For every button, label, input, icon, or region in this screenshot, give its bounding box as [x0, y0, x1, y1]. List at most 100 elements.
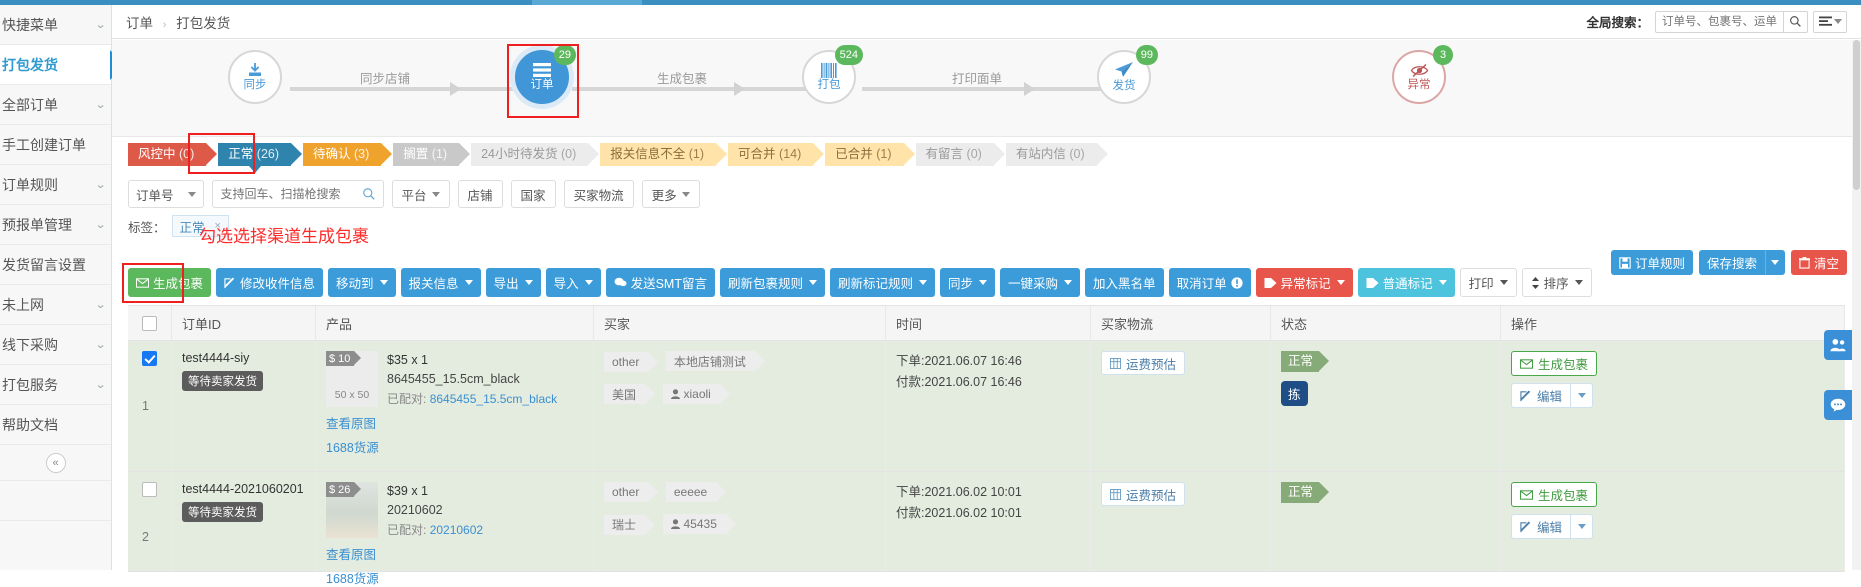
sidebar-item-allorders[interactable]: 全部订单 ⌄: [0, 85, 111, 125]
filter-shop-button[interactable]: 店铺: [457, 180, 503, 208]
sidebar-item-packservice[interactable]: 打包服务 ⌄: [0, 365, 111, 405]
filter-country-button[interactable]: 国家: [510, 180, 556, 208]
tag-icon: [1366, 277, 1379, 288]
save-icon: [1619, 256, 1631, 269]
order-id[interactable]: test4444-2021060201: [182, 482, 307, 496]
print-button[interactable]: 打印: [1459, 268, 1517, 297]
add-blacklist-button[interactable]: 加入黑名单: [1085, 268, 1164, 297]
filter-platform-button[interactable]: 平台: [391, 180, 450, 208]
save-search-button[interactable]: 保存搜索: [1698, 250, 1765, 275]
filter-buyer-logistics-button[interactable]: 买家物流: [563, 180, 634, 208]
header-menu-button[interactable]: [1813, 10, 1847, 33]
supply-source-link[interactable]: 1688货源: [326, 441, 379, 455]
row-edit-dropdown[interactable]: [1571, 514, 1594, 539]
row-edit-dropdown[interactable]: [1571, 383, 1594, 408]
filter-more-button[interactable]: 更多: [641, 180, 700, 208]
sidebar-item-createorder[interactable]: 手工创建订单: [0, 125, 111, 165]
sidebar-item-orderrules[interactable]: 订单规则 ⌄: [0, 165, 111, 205]
matched-value-link[interactable]: 8645455_15.5cm_black: [430, 392, 557, 406]
breadcrumb-root[interactable]: 订单: [126, 16, 153, 31]
stepper-node[interactable]: 同步: [228, 50, 282, 104]
row-edit-button[interactable]: 编辑: [1511, 514, 1572, 539]
sync-button[interactable]: 同步: [940, 268, 996, 297]
sidebar-item-shipmsg[interactable]: 发货留言设置: [0, 245, 111, 285]
refresh-package-rules-button[interactable]: 刷新包裹规则: [719, 268, 825, 297]
payment-time: 付款:2021.06.02 10:01: [896, 506, 1022, 521]
order-id[interactable]: test4444-siy: [182, 351, 307, 365]
row-buyer-cell: other eeeee 瑞士 45435: [594, 472, 886, 572]
row-generate-package-button[interactable]: 生成包裹: [1511, 351, 1598, 376]
exception-mark-button[interactable]: 异常标记: [1255, 268, 1353, 297]
order-status-pill: 等待卖家发货: [182, 371, 263, 391]
info-icon: [1230, 276, 1243, 289]
refresh-mark-rules-button[interactable]: 刷新标记规则: [830, 268, 936, 297]
order-search-input[interactable]: [212, 181, 383, 207]
one-click-purchase-button[interactable]: 一键采购: [1000, 268, 1081, 297]
stepper-step-sync[interactable]: 同步: [228, 50, 282, 104]
stepper-step-pack[interactable]: 打包 524: [802, 45, 863, 104]
sidebar-collapse-button[interactable]: «: [0, 445, 111, 481]
sidebar-item-forecast[interactable]: 预报单管理 ⌄: [0, 205, 111, 245]
row-generate-package-button[interactable]: 生成包裹: [1511, 482, 1598, 507]
stepper-step-exception[interactable]: 异常 3: [1392, 45, 1453, 104]
view-original-image-link[interactable]: 查看原图: [326, 417, 376, 431]
select-all-checkbox[interactable]: [142, 315, 157, 331]
search-icon[interactable]: [362, 187, 376, 204]
tab-has-sitemail[interactable]: 有站内信 (0): [1005, 143, 1108, 166]
chevron-down-icon: ⌄: [94, 19, 107, 31]
order-rules-button[interactable]: 订单规则: [1610, 250, 1693, 275]
filter-field-select[interactable]: 订单号: [128, 180, 204, 208]
customs-info-button[interactable]: 报关信息: [400, 268, 481, 297]
row-checkbox[interactable]: [142, 351, 157, 366]
stepper-step-ship[interactable]: 发货 99: [1097, 45, 1158, 104]
contacts-float-button[interactable]: [1824, 330, 1852, 360]
tag-filter-row: 标签： 正常 ×: [112, 212, 1861, 240]
global-search-input[interactable]: [1655, 10, 1783, 33]
send-smt-message-button[interactable]: 发送SMT留言: [605, 268, 715, 297]
view-original-image-link[interactable]: 查看原图: [326, 548, 376, 562]
row-checkbox[interactable]: [142, 482, 157, 497]
sidebar-item-offlinepurchase[interactable]: 线下采购 ⌄: [0, 325, 111, 365]
product-thumbnail[interactable]: $ 26: [326, 482, 378, 538]
tab-has-message[interactable]: 有留言 (0): [915, 143, 1006, 166]
product-thumbnail[interactable]: $ 10 50 x 50: [326, 351, 378, 407]
tab-incomplete-customs[interactable]: 报关信息不全 (1): [600, 143, 727, 166]
sidebar-item-quickmenu[interactable]: 快捷菜单 ⌄: [0, 5, 111, 45]
envelope-icon: [1520, 358, 1533, 369]
move-to-button[interactable]: 移动到: [328, 268, 396, 297]
edit-recipient-button[interactable]: 修改收件信息: [216, 268, 324, 297]
shipping-estimate-button[interactable]: 运费预估: [1101, 351, 1186, 375]
sidebar-item-help[interactable]: 帮助文档: [0, 405, 111, 445]
stepper-node[interactable]: 打包 524: [802, 45, 863, 104]
clear-button[interactable]: 清空: [1790, 250, 1847, 275]
sort-button[interactable]: 排序: [1521, 268, 1592, 297]
save-search-dropdown[interactable]: [1764, 250, 1785, 275]
scrollbar-thumb[interactable]: [1853, 40, 1860, 190]
chat-float-button[interactable]: [1824, 390, 1852, 420]
cancel-order-button[interactable]: 取消订单: [1168, 268, 1251, 297]
tab-merged[interactable]: 已合并 (1): [825, 143, 915, 166]
filter-field-value: 订单号: [136, 188, 174, 203]
stepper-node[interactable]: 异常 3: [1392, 45, 1453, 104]
table-header-buyer: 买家: [594, 305, 886, 341]
stepper-node[interactable]: 发货 99: [1097, 45, 1158, 104]
tab-pending-confirm[interactable]: 待确认 (3): [303, 143, 393, 166]
global-search-button[interactable]: [1783, 10, 1808, 33]
sidebar-item-offline[interactable]: 未上网 ⌄: [0, 285, 111, 325]
import-button[interactable]: 导入: [545, 268, 601, 297]
export-button[interactable]: 导出: [485, 268, 541, 297]
tab-24h-pending[interactable]: 24小时待发货 (0): [471, 143, 600, 166]
tab-onhold[interactable]: 搁置 (1): [393, 143, 470, 166]
normal-mark-button[interactable]: 普通标记: [1357, 268, 1455, 297]
matched-value-link[interactable]: 20210602: [430, 523, 483, 537]
tab-mergeable[interactable]: 可合并 (14): [728, 143, 825, 166]
sidebar-item-packship[interactable]: 打包发货: [0, 45, 124, 85]
stepper-node-label: 异常: [1407, 78, 1431, 91]
collapse-icon: «: [45, 452, 66, 473]
tab-label: 搁置: [403, 147, 429, 161]
supply-source-link[interactable]: 1688货源: [326, 572, 379, 586]
toolbar-label: 发送SMT留言: [630, 277, 707, 291]
row-edit-button[interactable]: 编辑: [1511, 383, 1572, 408]
shipping-estimate-button[interactable]: 运费预估: [1101, 482, 1186, 506]
vertical-scrollbar[interactable]: [1852, 40, 1861, 570]
